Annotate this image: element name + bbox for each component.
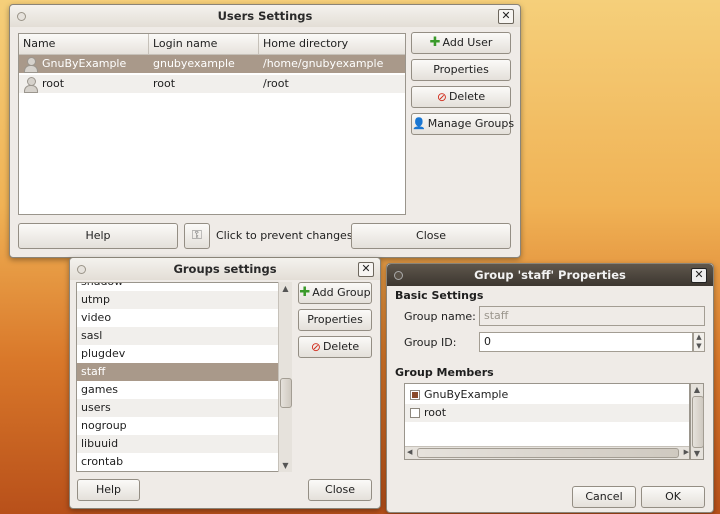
scroll-down-icon[interactable]: ▼	[691, 449, 703, 458]
horizontal-scrollbar[interactable]: ◀ ▶	[405, 446, 689, 459]
group-properties-button[interactable]: Properties	[298, 309, 372, 331]
user-login: root	[153, 77, 176, 90]
spin-arrows-icon[interactable]: ▲ ▼	[693, 332, 705, 352]
groups-titlebar: Groups settings ✕	[70, 258, 380, 280]
list-item[interactable]: utmp	[77, 291, 291, 309]
user-name: root	[42, 77, 65, 90]
user-home: /root	[263, 77, 289, 90]
users-settings-window: Users Settings ✕ Name Login name Home di…	[9, 4, 521, 258]
scroll-up-icon[interactable]: ▲	[279, 284, 292, 293]
list-item[interactable]: plugdev	[77, 345, 291, 363]
group-icon: 👤	[412, 117, 426, 130]
group-members-list: GnuByExample root ◀ ▶	[404, 383, 690, 460]
group-props-window-title: Group 'staff' Properties	[474, 268, 626, 282]
list-item[interactable]: root	[405, 404, 689, 422]
list-item[interactable]: GnuByExample	[405, 386, 689, 404]
groups-scrollbar[interactable]: ▲ ▼	[278, 282, 292, 472]
list-item[interactable]: crontab	[77, 453, 291, 471]
groups-list: shadow utmp video sasl plugdev staff gam…	[76, 282, 292, 472]
key-icon: ⚿	[192, 228, 202, 243]
members-scrollbar[interactable]: ▲ ▼	[690, 383, 704, 460]
delete-icon: ⊘	[436, 90, 447, 104]
delete-user-button[interactable]: ⊘ Delete	[411, 86, 511, 108]
list-item[interactable]: games	[77, 381, 291, 399]
user-home: /home/gnubyexample	[263, 57, 384, 70]
groups-window-title: Groups settings	[173, 262, 277, 276]
window-menu-icon[interactable]	[77, 265, 86, 274]
groups-settings-window: Groups settings ✕ shadow utmp video sasl…	[69, 257, 381, 509]
delete-group-button[interactable]: ⊘ Delete	[298, 336, 372, 358]
add-user-button[interactable]: ✚ Add User	[411, 32, 511, 54]
close-window-icon[interactable]: ✕	[498, 9, 514, 24]
group-name-label: Group name:	[404, 310, 476, 323]
list-item[interactable]: video	[77, 309, 291, 327]
scroll-right-icon[interactable]: ▶	[684, 448, 689, 456]
close-button[interactable]: Close	[351, 223, 511, 249]
member-checkbox[interactable]	[410, 390, 420, 400]
window-menu-icon[interactable]	[17, 12, 26, 21]
help-button[interactable]: Help	[18, 223, 178, 249]
user-name: GnuByExample	[42, 57, 127, 70]
table-row[interactable]: GnuByExample gnubyexample /home/gnubyexa…	[19, 55, 405, 73]
member-checkbox[interactable]	[410, 408, 420, 418]
close-window-icon[interactable]: ✕	[358, 262, 374, 277]
ok-button[interactable]: OK	[641, 486, 705, 508]
user-login: gnubyexample	[153, 57, 235, 70]
users-window-title: Users Settings	[217, 9, 313, 23]
plus-icon: ✚	[299, 285, 311, 300]
group-name-field[interactable]: staff	[479, 306, 705, 326]
basic-settings-heading: Basic Settings	[395, 289, 484, 302]
groups-close-button[interactable]: Close	[308, 479, 372, 501]
scroll-up-icon[interactable]: ▲	[691, 385, 703, 394]
list-item[interactable]: libuuid	[77, 435, 291, 453]
groups-help-button[interactable]: Help	[77, 479, 140, 501]
lock-button[interactable]: ⚿	[184, 223, 210, 249]
group-id-label: Group ID:	[404, 336, 457, 349]
scrollbar-thumb[interactable]	[417, 448, 679, 458]
column-header-home[interactable]: Home directory	[259, 34, 405, 54]
close-window-icon[interactable]: ✕	[691, 268, 707, 283]
column-header-name[interactable]: Name	[19, 34, 149, 54]
lock-status-text: Click to prevent changes	[216, 229, 353, 242]
user-properties-button[interactable]: Properties	[411, 59, 511, 81]
member-name: root	[424, 406, 447, 419]
users-table: Name Login name Home directory GnuByExam…	[18, 33, 406, 215]
delete-icon: ⊘	[310, 340, 321, 354]
column-header-login[interactable]: Login name	[149, 34, 259, 54]
list-item[interactable]: users	[77, 399, 291, 417]
manage-groups-button[interactable]: 👤 Manage Groups	[411, 113, 514, 135]
users-titlebar: Users Settings ✕	[10, 5, 520, 27]
member-name: GnuByExample	[424, 388, 509, 401]
scrollbar-thumb[interactable]	[692, 396, 704, 448]
scroll-down-icon[interactable]: ▼	[279, 461, 292, 470]
list-item[interactable]: sasl	[77, 327, 291, 345]
group-props-titlebar: Group 'staff' Properties ✕	[387, 264, 713, 286]
window-menu-icon[interactable]	[394, 271, 403, 280]
add-group-button[interactable]: ✚ Add Group	[298, 282, 372, 304]
list-item-selected[interactable]: staff	[77, 363, 291, 381]
users-table-header: Name Login name Home directory	[19, 34, 405, 55]
list-item[interactable]: shadow	[77, 283, 291, 291]
list-item[interactable]: nogroup	[77, 417, 291, 435]
group-members-heading: Group Members	[395, 366, 494, 379]
scroll-left-icon[interactable]: ◀	[407, 448, 412, 456]
plus-icon: ✚	[429, 35, 441, 50]
group-id-spinbox[interactable]: 0	[479, 332, 693, 352]
group-properties-window: Group 'staff' Properties ✕ Basic Setting…	[386, 263, 714, 513]
user-icon	[24, 57, 38, 73]
scrollbar-thumb[interactable]	[280, 378, 292, 408]
list-item[interactable]: mail	[77, 471, 291, 472]
user-icon	[24, 77, 38, 93]
table-row[interactable]: root root /root	[19, 75, 405, 93]
cancel-button[interactable]: Cancel	[572, 486, 636, 508]
